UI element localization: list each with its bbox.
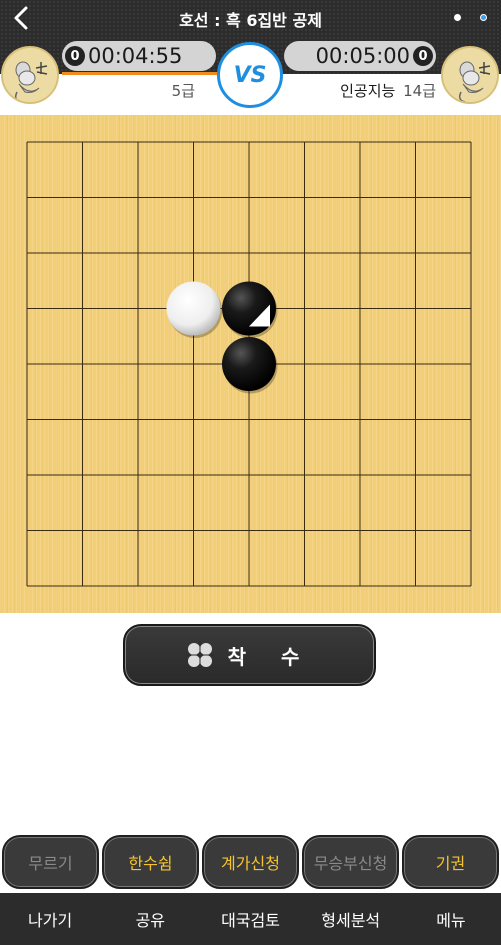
- right-player-timer: 00:05:00 0: [284, 41, 436, 71]
- left-byoyomi-count: 0: [65, 46, 85, 66]
- pass-button[interactable]: 한수쉼: [102, 835, 199, 889]
- left-player-timer: 0 00:04:55: [62, 41, 216, 71]
- page-indicator-dot-1: [454, 14, 461, 21]
- nav-share[interactable]: 공유: [100, 893, 200, 945]
- left-time: 00:04:55: [88, 44, 183, 68]
- game-title: 호선 : 흑 6집반 공제: [179, 11, 322, 30]
- left-player-avatar[interactable]: [1, 46, 59, 104]
- place-stone-button[interactable]: 착 수: [123, 624, 376, 686]
- nav-menu[interactable]: 메뉴: [401, 893, 501, 945]
- bottom-nav: 나가기 공유 대국검토 형세분석 메뉴: [0, 893, 501, 945]
- right-time: 00:05:00: [315, 44, 410, 68]
- right-player-avatar[interactable]: [441, 46, 499, 104]
- right-player-name: 인공지능: [340, 82, 396, 100]
- request-draw-button[interactable]: 무승부신청: [302, 835, 399, 889]
- request-count-button[interactable]: 계가신청: [202, 835, 299, 889]
- game-actions: 무르기 한수쉼 계가신청 무승부신청 기권: [0, 832, 501, 892]
- mouse-avatar-icon: [443, 48, 497, 102]
- nav-position-analysis[interactable]: 형세분석: [301, 893, 401, 945]
- page-indicator-dot-2: [480, 14, 487, 21]
- turn-indicator: [62, 72, 228, 75]
- nav-game-review[interactable]: 대국검토: [200, 893, 300, 945]
- white-stone: [166, 281, 221, 336]
- right-player-rank: 14급: [403, 82, 436, 100]
- vs-badge: VS: [217, 42, 283, 108]
- top-bar: 호선 : 흑 6집반 공제: [0, 0, 501, 36]
- right-byoyomi-count: 0: [413, 46, 433, 66]
- resign-button[interactable]: 기권: [402, 835, 499, 889]
- stones-icon: [185, 641, 214, 669]
- undo-button[interactable]: 무르기: [2, 835, 99, 889]
- place-stone-label: 착 수: [227, 644, 314, 669]
- mouse-avatar-icon: [3, 48, 57, 102]
- board-grid[interactable]: [0, 115, 501, 613]
- go-board[interactable]: [0, 115, 501, 613]
- left-player-rank: 5급: [171, 82, 195, 100]
- right-player-info: 인공지능 14급: [300, 80, 436, 101]
- game-header: 호선 : 흑 6집반 공제 0 00:04:55 00:05:00 0 VS 5…: [0, 0, 501, 112]
- nav-exit[interactable]: 나가기: [0, 893, 100, 945]
- black-stone: [222, 337, 276, 391]
